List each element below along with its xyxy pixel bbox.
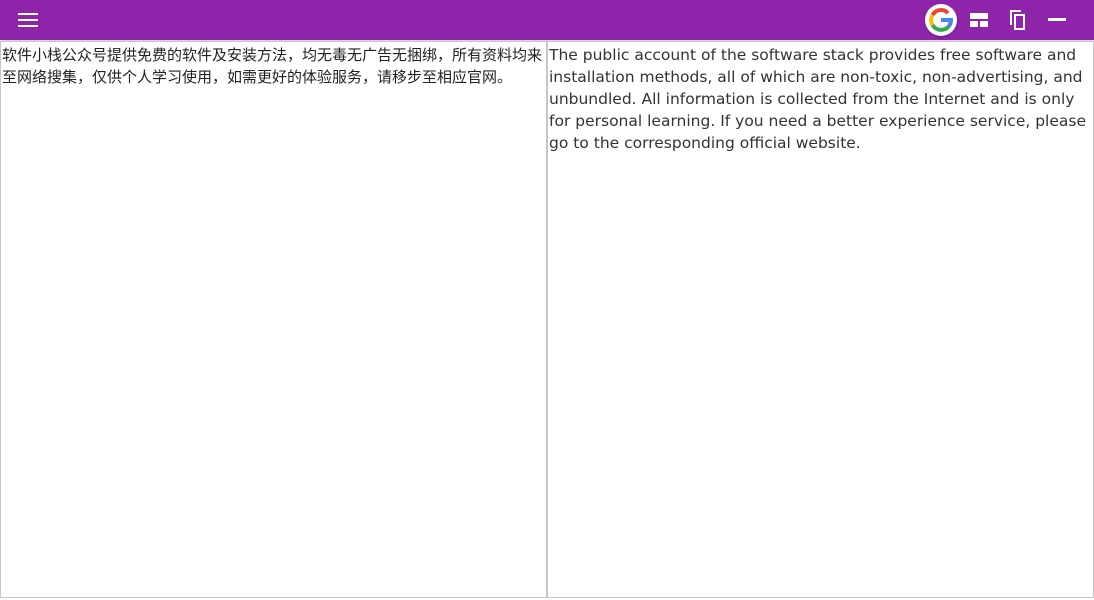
google-translate-icon	[925, 4, 957, 36]
layout-grid-icon	[970, 13, 988, 27]
translator-app: 软件小栈公众号提供免费的软件及安装方法，均无毒无广告无捆绑，所有资料均来至网络搜…	[0, 0, 1094, 600]
layout-button[interactable]	[966, 8, 992, 32]
copy-icon	[1010, 10, 1025, 30]
translated-text-pane[interactable]: The public account of the software stack…	[547, 41, 1094, 598]
translated-text[interactable]: The public account of the software stack…	[548, 42, 1093, 154]
copy-button[interactable]	[1004, 6, 1030, 34]
source-text[interactable]: 软件小栈公众号提供免费的软件及安装方法，均无毒无广告无捆绑，所有资料均来至网络搜…	[1, 42, 546, 88]
source-text-pane[interactable]: 软件小栈公众号提供免费的软件及安装方法，均无毒无广告无捆绑，所有资料均来至网络搜…	[0, 41, 547, 598]
minimize-button[interactable]	[1044, 8, 1070, 32]
menu-button[interactable]	[14, 8, 42, 32]
top-toolbar	[0, 0, 1094, 40]
translate-engine-button[interactable]	[924, 3, 958, 37]
minimize-icon	[1048, 18, 1066, 21]
hamburger-menu-icon	[18, 13, 38, 27]
